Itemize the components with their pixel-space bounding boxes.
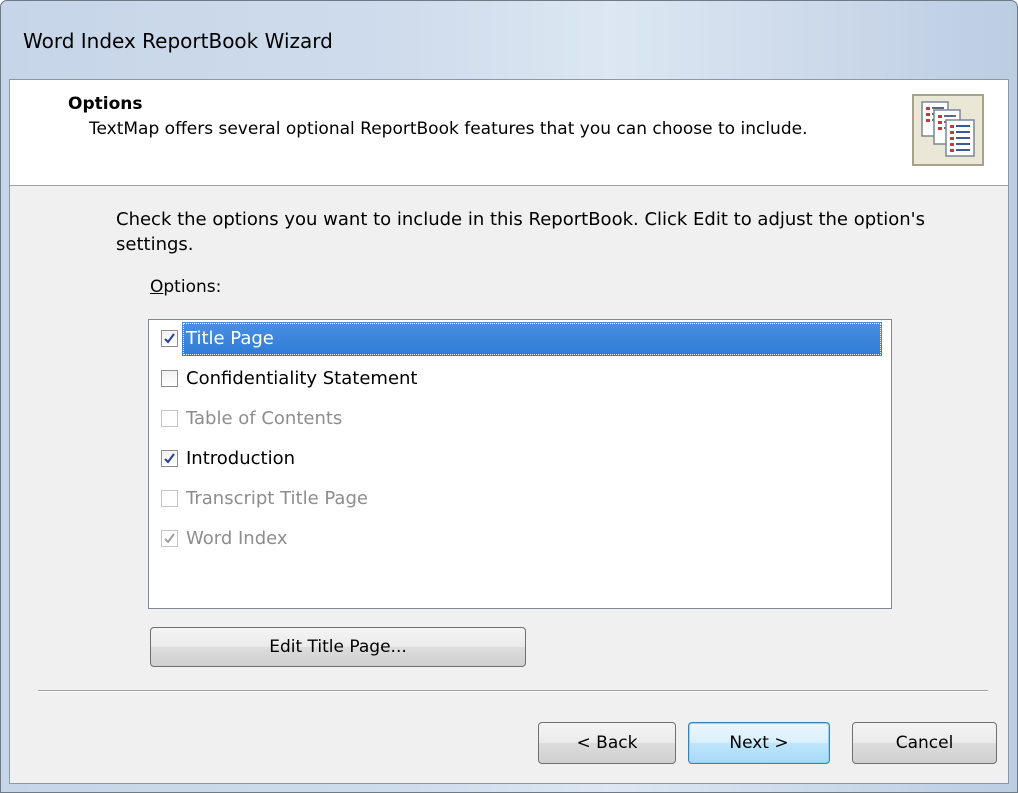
option-checkbox [161, 530, 178, 547]
option-checkbox[interactable] [161, 450, 178, 467]
next-button[interactable]: Next > [688, 722, 830, 764]
edit-option-button[interactable]: Edit Title Page... [150, 627, 526, 667]
options-label-text: ptions: [163, 277, 222, 297]
page-description: TextMap offers several optional ReportBo… [89, 119, 808, 139]
option-checkbox[interactable] [161, 370, 178, 387]
option-title-page[interactable]: Title Page [152, 322, 886, 356]
options-checklist[interactable]: Title Page Confidentiality Statement Tab… [148, 319, 892, 609]
options-label: Options: [150, 277, 221, 297]
option-label: Title Page [182, 322, 882, 356]
option-table-of-contents: Table of Contents [152, 402, 886, 436]
option-checkbox [161, 410, 178, 427]
option-label: Word Index [186, 528, 288, 549]
checkmark-icon [164, 533, 175, 544]
option-label: Table of Contents [186, 408, 343, 429]
option-confidentiality-statement[interactable]: Confidentiality Statement [152, 362, 886, 396]
dialog-body: Options TextMap offers several optional … [9, 79, 1009, 784]
page-title: Options [68, 94, 143, 114]
reportbook-pages-icon [912, 94, 984, 166]
cancel-button[interactable]: Cancel [852, 722, 997, 764]
checkmark-icon [164, 453, 175, 464]
window-title: Word Index ReportBook Wizard [23, 29, 333, 53]
back-button[interactable]: < Back [538, 722, 676, 764]
title-bar[interactable]: Word Index ReportBook Wizard [1, 1, 1017, 79]
option-word-index: Word Index [152, 522, 886, 556]
option-transcript-title-page: Transcript Title Page [152, 482, 886, 516]
option-label: Introduction [186, 448, 296, 469]
header-panel: Options TextMap offers several optional … [10, 80, 1008, 186]
checkmark-icon [164, 333, 175, 344]
instruction-text: Check the options you want to include in… [116, 209, 925, 255]
option-checkbox [161, 490, 178, 507]
option-introduction[interactable]: Introduction [152, 442, 886, 476]
option-checkbox[interactable] [161, 330, 178, 347]
option-label: Transcript Title Page [186, 488, 368, 509]
footer-separator [38, 690, 988, 692]
wizard-window: Word Index ReportBook Wizard Options Tex… [0, 0, 1018, 793]
option-label: Confidentiality Statement [186, 368, 418, 389]
options-label-mnemonic: O [150, 277, 164, 297]
